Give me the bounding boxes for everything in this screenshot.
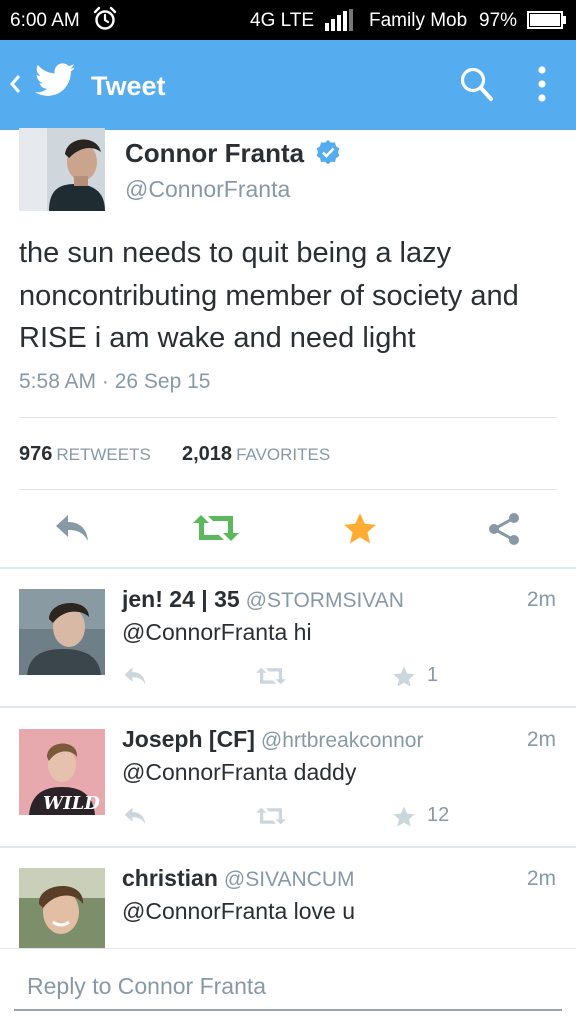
reply-favorites-count: 12: [427, 804, 450, 826]
reply-text: @ConnorFranta love u: [122, 898, 356, 924]
reply-author-handle: @hrtbreakconnor: [260, 729, 424, 752]
favorite-star-icon[interactable]: [392, 665, 416, 694]
page-title: Tweet: [91, 71, 166, 101]
battery-icon: [527, 11, 567, 35]
reply-text: @ConnorFranta hi: [122, 619, 312, 645]
avatar[interactable]: [19, 868, 105, 954]
reply-icon[interactable]: [121, 665, 149, 692]
tweet-timestamp: 5:58 AM · 26 Sep 15: [19, 370, 211, 393]
status-bar: 6:00 AM 4G LTE Family Mob 97%: [0, 0, 576, 40]
favorites-count: 2,018: [182, 443, 233, 465]
reply-timestamp: 2m: [526, 588, 556, 611]
retweet-icon[interactable]: [256, 665, 286, 692]
reply-author-handle: @SIVANCUM: [223, 868, 355, 891]
author-avatar[interactable]: [19, 128, 105, 211]
reply-author-name: Joseph [CF]: [122, 726, 255, 752]
author-handle[interactable]: @ConnorFranta: [125, 176, 290, 203]
reply-input[interactable]: [14, 963, 562, 1011]
reply-timestamp: 2m: [526, 728, 556, 751]
share-icon[interactable]: [486, 511, 522, 552]
retweet-icon[interactable]: [256, 805, 286, 832]
favorite-star-icon[interactable]: [392, 805, 416, 834]
retweets-stat[interactable]: 976 RETWEETS: [19, 443, 151, 466]
reply-author[interactable]: Joseph [CF] @hrtbreakconnor: [122, 726, 423, 753]
divider: [19, 489, 557, 490]
favorite-star-icon[interactable]: [342, 511, 378, 552]
status-time: 6:00 AM: [10, 10, 80, 31]
tweet-detail-screen: 6:00 AM 4G LTE Family Mob 97% Tweet Conn…: [0, 0, 576, 1024]
author-name[interactable]: Connor Franta: [125, 138, 304, 169]
reply-composer: [0, 948, 576, 1024]
avatar[interactable]: [19, 589, 105, 675]
reply-author-name: jen! 24 | 35: [122, 586, 240, 612]
signal-icon: [325, 9, 353, 37]
reply-icon[interactable]: [53, 511, 91, 550]
reply-author-name: christian: [122, 865, 218, 891]
avatar[interactable]: WILD: [19, 729, 105, 815]
reply-icon[interactable]: [121, 805, 149, 832]
twitter-bird-icon[interactable]: [35, 62, 75, 103]
favorites-label: FAVORITES: [236, 445, 331, 464]
reply-author[interactable]: christian @SIVANCUM: [122, 865, 354, 892]
alarm-icon: [92, 6, 118, 38]
overflow-menu-icon[interactable]: [537, 65, 547, 110]
retweet-icon[interactable]: [193, 511, 239, 550]
reply-tweet[interactable]: WILD Joseph [CF] @hrtbreakconnor 2m @Conn…: [0, 709, 576, 849]
reply-tweet[interactable]: jen! 24 | 35 @STORMSIVAN 2m @ConnorFranta…: [0, 569, 576, 709]
divider: [19, 417, 557, 418]
back-chevron-icon[interactable]: [8, 70, 22, 103]
favorites-stat[interactable]: 2,018 FAVORITES: [182, 443, 330, 466]
battery-percent: 97%: [479, 10, 518, 31]
tweet-text: the sun needs to quit being a lazy nonco…: [19, 237, 519, 354]
reply-author-handle: @STORMSIVAN: [245, 589, 404, 612]
verified-badge-icon: [315, 139, 341, 170]
retweets-label: RETWEETS: [56, 445, 151, 464]
reply-author[interactable]: jen! 24 | 35 @STORMSIVAN: [122, 586, 404, 613]
app-bar: Tweet: [0, 40, 576, 130]
search-icon[interactable]: [459, 66, 495, 109]
reply-timestamp: 2m: [526, 867, 556, 890]
avatar-shirt-text: WILD: [43, 793, 100, 814]
reply-favorites-count: 1: [427, 664, 439, 686]
carrier-name: Family Mob: [369, 10, 468, 31]
divider: [0, 706, 576, 708]
retweets-count: 976: [19, 443, 53, 465]
reply-text: @ConnorFranta daddy: [122, 759, 357, 785]
network-type: 4G LTE: [250, 10, 315, 31]
